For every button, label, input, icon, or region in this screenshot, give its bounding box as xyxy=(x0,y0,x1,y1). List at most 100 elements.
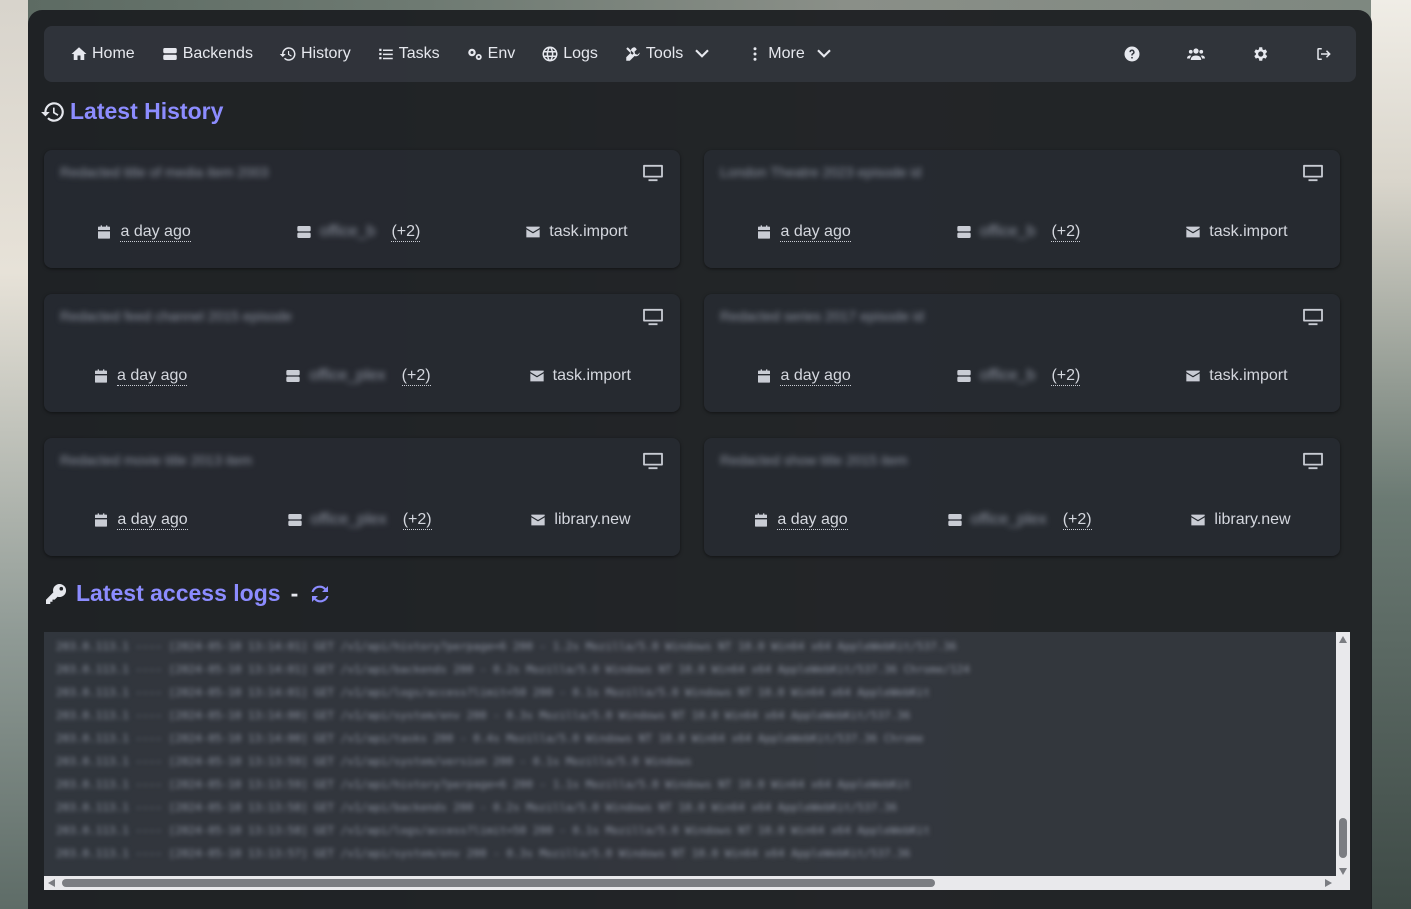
scroll-down-arrow-icon[interactable] xyxy=(1339,868,1347,875)
history-card-time: a day ago xyxy=(93,367,188,386)
history-card-title[interactable]: Redacted series 2017 episode id xyxy=(720,308,1280,328)
monitor-icon xyxy=(1302,308,1324,326)
horizontal-scrollbar[interactable] xyxy=(44,876,1350,890)
vertical-scroll-thumb[interactable] xyxy=(1339,818,1347,858)
history-card[interactable]: London Theatre 2023 episode id a day ago… xyxy=(704,150,1340,268)
history-card[interactable]: Redacted feed channel 2015 episode a day… xyxy=(44,294,680,412)
log-line: 203.0.113.1 ---- [2024-05-10 13:13:57] G… xyxy=(56,847,911,860)
navbar-actions xyxy=(1100,26,1356,82)
ellipsis-vertical-icon xyxy=(753,47,757,61)
main-panel: Home Backends History Tasks Env Logs Too… xyxy=(28,10,1372,909)
nav-logs[interactable]: Logs xyxy=(528,26,611,82)
history-card-event: task.import xyxy=(529,367,631,385)
history-card-backend: office_plex (+2) xyxy=(947,511,1092,530)
history-card-title[interactable]: Redacted feed channel 2015 episode xyxy=(60,308,620,328)
history-card-event: task.import xyxy=(1185,367,1288,385)
horizontal-scroll-thumb[interactable] xyxy=(62,879,935,887)
history-card-title[interactable]: Redacted title of media item 2003 xyxy=(60,164,620,184)
history-card-event: library.new xyxy=(530,511,631,529)
question-circle-icon xyxy=(1124,46,1140,62)
nav-backends[interactable]: Backends xyxy=(148,26,266,82)
log-line: 203.0.113.1 ---- [2024-05-10 13:14:00] G… xyxy=(56,709,911,722)
chevron-down-icon xyxy=(816,49,831,58)
envelope-icon xyxy=(526,226,540,238)
history-card-time: a day ago xyxy=(756,223,851,242)
history-card-event: task.import xyxy=(525,223,628,241)
scroll-left-arrow-icon[interactable] xyxy=(48,879,55,887)
history-card[interactable]: Redacted movie title 2013 item a day ago… xyxy=(44,438,680,556)
history-card-title[interactable]: London Theatre 2023 episode id xyxy=(720,164,1280,184)
history-card[interactable]: Redacted title of media item 2003 a day … xyxy=(44,150,680,268)
history-icon xyxy=(279,47,296,61)
server-icon xyxy=(957,226,971,238)
log-line: 203.0.113.1 ---- [2024-05-10 13:13:59] G… xyxy=(56,755,692,768)
calendar-icon xyxy=(758,369,771,383)
history-card-time: a day ago xyxy=(753,511,848,530)
history-card-event: task.import xyxy=(1185,223,1288,241)
server-icon xyxy=(947,514,962,526)
nav-tasks[interactable]: Tasks xyxy=(364,26,453,82)
settings-button[interactable] xyxy=(1228,26,1292,82)
nav-history[interactable]: History xyxy=(266,26,364,82)
history-card-backend: office_plex (+2) xyxy=(285,367,431,386)
log-line: 203.0.113.1 ---- [2024-05-10 13:14:01] G… xyxy=(56,686,931,699)
background-image-right xyxy=(1371,0,1411,909)
envelope-icon xyxy=(1186,226,1200,238)
nav-more-dropdown[interactable]: More xyxy=(724,26,845,82)
log-line: 203.0.113.1 ---- [2024-05-10 13:14:00] G… xyxy=(56,732,924,745)
gear-icon xyxy=(1254,47,1268,61)
nav-home[interactable]: Home xyxy=(44,26,148,82)
server-icon xyxy=(957,370,971,382)
history-card[interactable]: Redacted series 2017 episode id a day ag… xyxy=(704,294,1340,412)
history-card-title[interactable]: Redacted show title 2015 item xyxy=(720,452,1280,472)
history-card[interactable]: Redacted show title 2015 item a day ago … xyxy=(704,438,1340,556)
history-card-meta: a day ago office_b (+2) task.import xyxy=(704,220,1340,244)
history-card-backend: office_plex (+2) xyxy=(287,511,432,530)
users-button[interactable] xyxy=(1164,26,1228,82)
calendar-icon xyxy=(758,225,771,239)
background-image-left xyxy=(0,0,28,909)
server-icon xyxy=(297,226,311,238)
nav-tools-dropdown[interactable]: Tools xyxy=(611,26,724,82)
vertical-scrollbar[interactable] xyxy=(1336,632,1350,878)
envelope-icon xyxy=(531,514,546,526)
history-card-meta: a day ago office_b (+2) task.import xyxy=(704,364,1340,388)
key-icon xyxy=(46,583,67,604)
logs-section-title: Latest access logs - xyxy=(44,580,332,607)
history-card-title[interactable]: Redacted movie title 2013 item xyxy=(60,452,620,472)
history-card-backend: office_b (+2) xyxy=(956,367,1081,386)
monitor-icon xyxy=(1302,164,1324,182)
history-card-event: library.new xyxy=(1190,511,1291,529)
help-button[interactable] xyxy=(1100,26,1164,82)
scroll-up-arrow-icon[interactable] xyxy=(1339,636,1347,643)
calendar-icon xyxy=(95,513,108,527)
nav-env[interactable]: Env xyxy=(453,26,529,82)
history-card-meta: a day ago office_b (+2) task.import xyxy=(44,220,680,244)
history-card-backend: office_b (+2) xyxy=(956,223,1081,242)
log-line: 203.0.113.1 ---- [2024-05-10 13:13:58] G… xyxy=(56,801,898,814)
log-line: 203.0.113.1 ---- [2024-05-10 13:13:58] G… xyxy=(56,824,931,837)
sign-out-icon xyxy=(1317,48,1331,60)
monitor-icon xyxy=(1302,452,1324,470)
history-section-title: Latest History xyxy=(40,98,223,125)
history-card-backend: office_b (+2) xyxy=(296,223,421,242)
navbar: Home Backends History Tasks Env Logs Too… xyxy=(44,26,1356,82)
scroll-right-arrow-icon[interactable] xyxy=(1325,879,1332,887)
envelope-icon xyxy=(1191,514,1206,526)
history-card-time: a day ago xyxy=(756,367,851,386)
log-line: 203.0.113.1 ---- [2024-05-10 13:14:01] G… xyxy=(56,640,957,653)
monitor-icon xyxy=(642,164,664,182)
home-icon xyxy=(71,47,87,60)
calendar-icon xyxy=(95,369,108,383)
globe-icon xyxy=(542,46,558,62)
history-card-time: a day ago xyxy=(96,223,191,242)
refresh-icon[interactable] xyxy=(308,582,332,606)
logout-button[interactable] xyxy=(1292,26,1356,82)
users-icon xyxy=(1187,48,1205,60)
log-line: 203.0.113.1 ---- [2024-05-10 13:13:59] G… xyxy=(56,778,911,791)
monitor-icon xyxy=(642,308,664,326)
server-icon xyxy=(162,48,177,60)
history-card-time: a day ago xyxy=(93,511,188,530)
chevron-down-icon xyxy=(695,49,710,58)
access-logs-panel[interactable]: 203.0.113.1 ---- [2024-05-10 13:14:01] G… xyxy=(44,632,1350,890)
